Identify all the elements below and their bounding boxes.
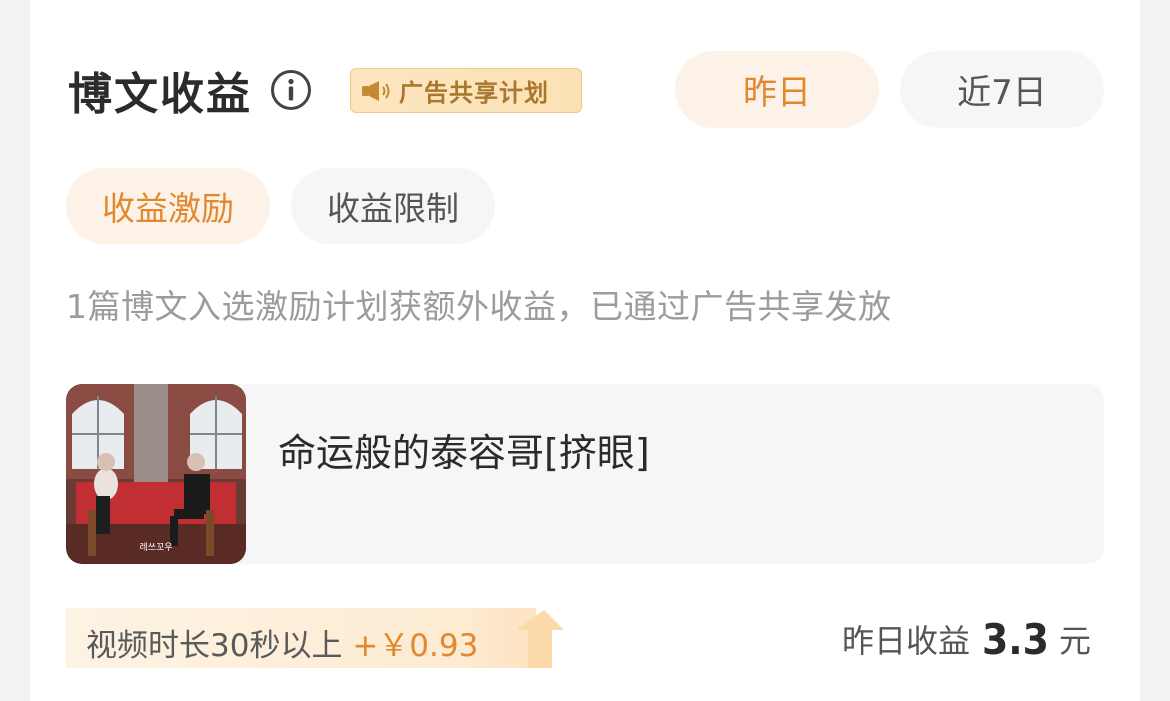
megaphone-icon: [362, 80, 390, 101]
ad-share-badge[interactable]: 广告共享计划: [350, 68, 582, 113]
post-title: 命运般的泰容哥[挤眼]: [278, 431, 650, 475]
post-thumbnail[interactable]: 레쓰꼬우: [66, 384, 246, 564]
tab-yesterday[interactable]: 昨日: [675, 51, 879, 128]
thumb-caption: 레쓰꼬우: [139, 542, 172, 553]
earnings-unit: 元: [1058, 622, 1091, 660]
incentive-description: 1篇博文入选激励计划获额外收益，已通过广告共享发放: [66, 287, 892, 326]
post-card[interactable]: 레쓰꼬우 命运般的泰容哥[挤眼]: [66, 384, 1104, 564]
info-icon[interactable]: [270, 69, 312, 111]
page-title: 博文收益: [68, 69, 252, 120]
earnings-value: 3.3: [982, 614, 1049, 664]
yesterday-earnings: 昨日收益 3.3 元: [822, 604, 1112, 674]
tab-last-7-days[interactable]: 近7日: [900, 51, 1104, 128]
bonus-amount: +￥0.93: [352, 628, 479, 664]
tab-income-limit[interactable]: 收益限制: [291, 168, 495, 244]
earnings-label: 昨日收益: [842, 622, 971, 660]
bonus-label: 视频时长30秒以上: [86, 628, 343, 664]
tab-income-incentive[interactable]: 收益激励: [66, 168, 270, 244]
ad-badge-label: 广告共享计划: [399, 79, 549, 107]
bonus-tag: 视频时长30秒以上 +￥0.93: [66, 608, 566, 668]
